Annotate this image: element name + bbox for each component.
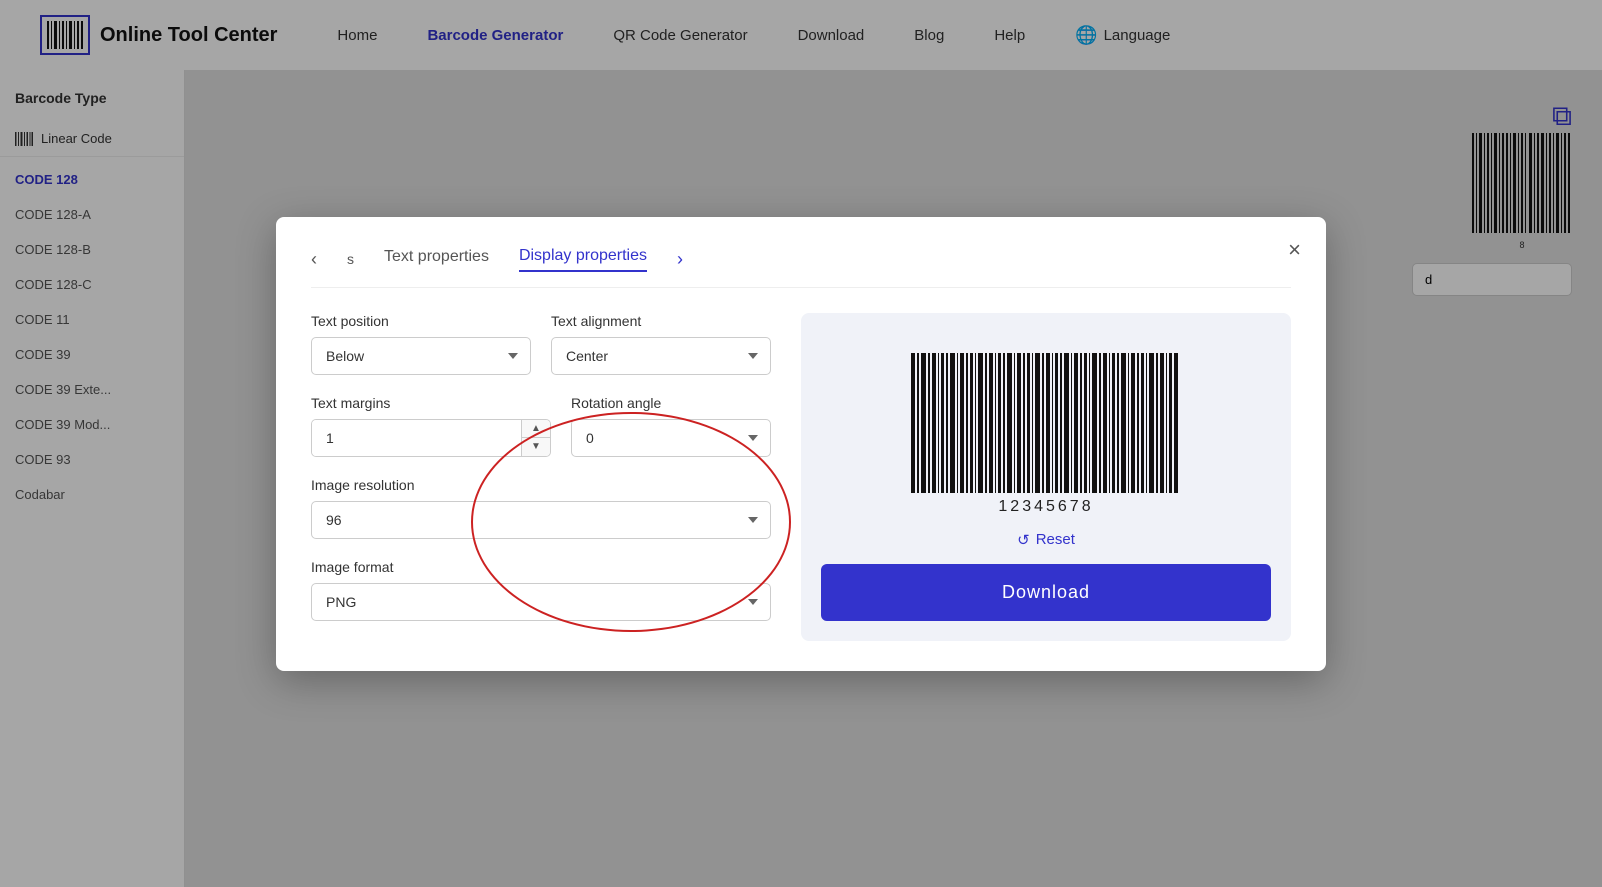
form-section: Text position Below Above None Text alig… <box>311 313 771 641</box>
image-format-group: Image format PNG SVG JPEG BMP <box>311 559 771 621</box>
barcode-preview: 12345678 <box>906 343 1186 531</box>
modal-body: Text position Below Above None Text alig… <box>311 313 1291 641</box>
form-row-1: Text position Below Above None Text alig… <box>311 313 771 375</box>
image-resolution-select[interactable]: 96 72 150 300 <box>311 501 771 539</box>
text-alignment-select[interactable]: Center Left Right <box>551 337 771 375</box>
spinner-up-button[interactable]: ▲ <box>522 420 550 439</box>
tab-text-properties[interactable]: Text properties <box>384 248 489 271</box>
tab-next-icon[interactable]: › <box>677 249 683 270</box>
text-position-group: Text position Below Above None <box>311 313 531 375</box>
rotation-angle-label: Rotation angle <box>571 395 771 411</box>
image-format-select[interactable]: PNG SVG JPEG BMP <box>311 583 771 621</box>
reset-icon: ↺ <box>1017 531 1030 549</box>
reset-label: Reset <box>1036 531 1075 548</box>
tab-display-properties[interactable]: Display properties <box>519 247 647 272</box>
text-margins-input[interactable] <box>312 420 521 456</box>
image-format-label: Image format <box>311 559 771 575</box>
text-position-select[interactable]: Below Above None <box>311 337 531 375</box>
spinner-down-button[interactable]: ▼ <box>522 438 550 456</box>
form-row-2: Text margins ▲ ▼ Rotation angle 0 <box>311 395 771 457</box>
modal: × ‹ s Text properties Display properties… <box>276 217 1326 671</box>
text-alignment-label: Text alignment <box>551 313 771 329</box>
image-resolution-label: Image resolution <box>311 477 771 493</box>
tab-prev-icon[interactable]: ‹ <box>311 249 317 270</box>
rotation-angle-group: Rotation angle 0 90 180 270 <box>571 395 771 457</box>
barcode-image: 12345678 <box>906 353 1186 513</box>
close-button[interactable]: × <box>1288 237 1301 263</box>
download-button[interactable]: Download <box>821 564 1271 621</box>
rotation-angle-select[interactable]: 0 90 180 270 <box>571 419 771 457</box>
spinner-buttons: ▲ ▼ <box>521 420 550 456</box>
text-margins-group: Text margins ▲ ▼ <box>311 395 551 457</box>
modal-overlay: × ‹ s Text properties Display properties… <box>0 0 1602 887</box>
form-row-3: Image resolution 96 72 150 300 <box>311 477 771 539</box>
text-margins-label: Text margins <box>311 395 551 411</box>
text-margins-spinner: ▲ ▼ <box>311 419 551 457</box>
modal-tabs: ‹ s Text properties Display properties › <box>311 247 1291 288</box>
reset-button[interactable]: ↺ Reset <box>1017 531 1075 549</box>
text-alignment-group: Text alignment Center Left Right <box>551 313 771 375</box>
image-resolution-group: Image resolution 96 72 150 300 <box>311 477 771 539</box>
text-position-label: Text position <box>311 313 531 329</box>
preview-section: 12345678 ↺ Reset Download <box>801 313 1291 641</box>
tab-prev-label: s <box>347 251 354 267</box>
form-row-4: Image format PNG SVG JPEG BMP <box>311 559 771 621</box>
svg-text:12345678: 12345678 <box>998 498 1093 513</box>
